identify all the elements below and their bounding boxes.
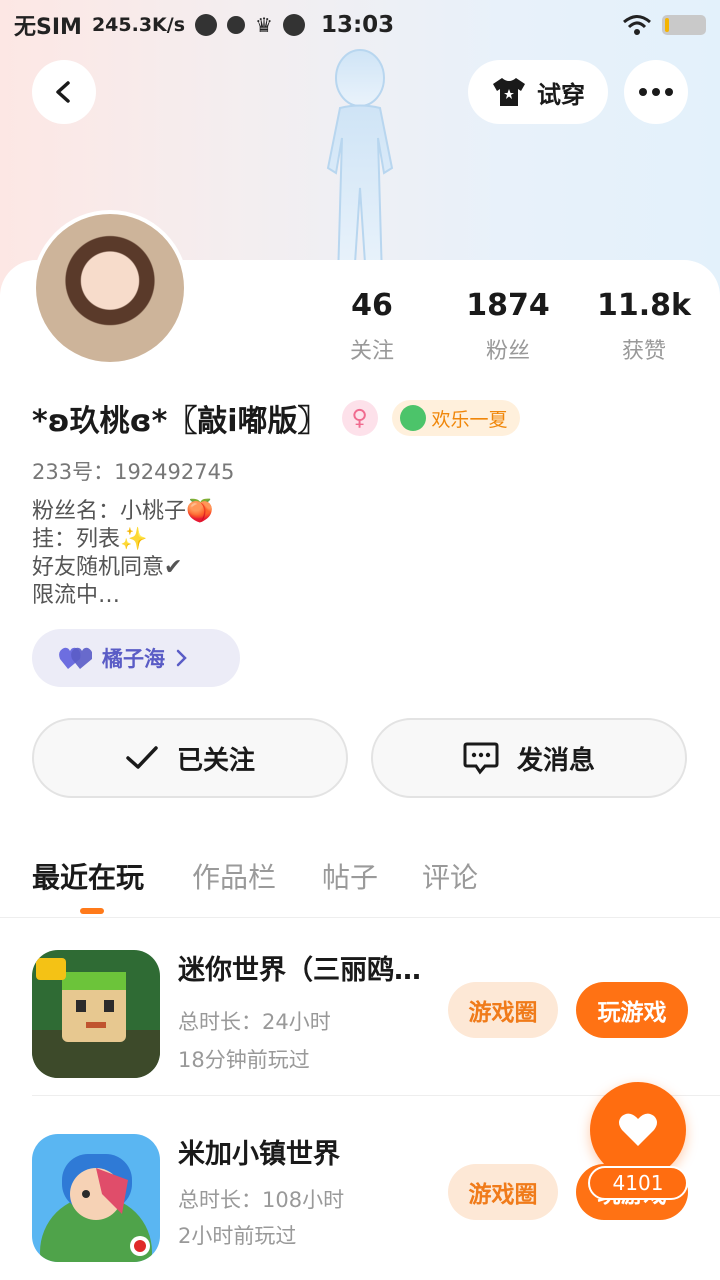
- profile-tabs: 最近在玩 作品栏 帖子 评论: [0, 848, 720, 918]
- stat-following[interactable]: 46 关注: [312, 288, 432, 365]
- stat-label: 关注: [349, 339, 394, 364]
- followed-label: 已关注: [176, 745, 255, 776]
- game-title: 米加小镇世界: [178, 1139, 340, 1170]
- checkmark-icon: [126, 746, 158, 769]
- fan-club-button[interactable]: 橘子海: [32, 629, 240, 687]
- game-icon: [32, 950, 160, 1078]
- heart-icon: [619, 1113, 657, 1146]
- bio-line: 挂：列表✨: [32, 527, 148, 552]
- battery-icon: [662, 15, 706, 35]
- more-dots-icon: [639, 88, 673, 96]
- bio-line: 粉丝名：小桃子🍑: [32, 499, 214, 524]
- chevron-left-icon: [56, 81, 70, 103]
- stat-label: 粉丝: [485, 339, 530, 364]
- send-message-label: 发消息: [516, 745, 595, 776]
- followed-button[interactable]: 已关注: [32, 718, 348, 798]
- user-bio: 粉丝名：小桃子🍑 挂：列表✨ 好友随机同意✔ 限流中…: [32, 498, 213, 610]
- avatar-3d-figure: [326, 49, 394, 278]
- user-name: *ʚ玖桃ɞ*〖敲i嘟版〗: [32, 404, 328, 439]
- user-id: 233号：192492745: [32, 460, 235, 484]
- avatar[interactable]: [32, 210, 188, 366]
- stat-value: 46: [351, 288, 393, 323]
- wifi-icon: [623, 15, 651, 35]
- double-heart-icon: [59, 647, 92, 669]
- planet-notification-icon: [282, 14, 305, 36]
- like-count-badge: 4101: [588, 1166, 688, 1200]
- stat-label: 获赞: [621, 339, 666, 364]
- badge-icon: [399, 405, 426, 431]
- status-bar: 无SIM 245.3K/s ♛ 13:03: [0, 0, 720, 50]
- network-speed: 245.3K/s: [91, 14, 186, 36]
- app-notification-icon: [195, 14, 218, 36]
- tab-recently-played[interactable]: 最近在玩: [32, 856, 144, 896]
- list-item[interactable]: 迷你世界（三丽鸥联动） 总时长：24小时 18分钟前玩过 游戏圈 玩游戏: [0, 920, 720, 1096]
- crown-icon: ♛: [255, 13, 273, 37]
- game-circle-button[interactable]: 游戏圈: [448, 1164, 558, 1220]
- stat-likes[interactable]: 11.8k 获赞: [584, 288, 704, 365]
- like-button[interactable]: [590, 1082, 686, 1178]
- game-circle-button[interactable]: 游戏圈: [448, 982, 558, 1038]
- game-duration: 总时长：24小时: [178, 1010, 331, 1034]
- event-badge-label: 欢乐一夏: [431, 408, 508, 431]
- fan-club-label: 橘子海: [102, 647, 165, 671]
- event-badge[interactable]: 欢乐一夏: [391, 400, 520, 436]
- female-gender-icon: ♀: [341, 400, 378, 436]
- chevron-right-icon: [176, 649, 187, 667]
- stat-fans[interactable]: 1874 粉丝: [448, 288, 568, 365]
- try-on-button[interactable]: 试穿: [468, 60, 608, 124]
- carrier-text: 无SIM: [14, 15, 82, 40]
- chat-bubble-icon: [463, 742, 499, 775]
- avatar-photo: [36, 214, 184, 362]
- tab-posts[interactable]: 帖子: [322, 856, 378, 896]
- tshirt-icon: [493, 78, 525, 106]
- stat-value: 1874: [466, 288, 550, 323]
- game-title: 迷你世界（三丽鸥联动）: [178, 955, 428, 986]
- send-message-button[interactable]: 发消息: [371, 718, 687, 798]
- tab-works[interactable]: 作品栏: [192, 856, 276, 896]
- tab-comments[interactable]: 评论: [422, 856, 478, 896]
- name-row: *ʚ玖桃ɞ*〖敲i嘟版〗 ♀ 欢乐一夏: [32, 396, 520, 440]
- game-duration: 总时长：108小时: [178, 1188, 345, 1212]
- game-last-played: 18分钟前玩过: [178, 1048, 310, 1072]
- more-options-button[interactable]: [624, 60, 688, 124]
- game-last-played: 2小时前玩过: [178, 1224, 297, 1248]
- game-icon: [32, 1134, 160, 1262]
- play-game-button[interactable]: 玩游戏: [576, 982, 688, 1038]
- music-notification-icon: [227, 16, 246, 34]
- back-button[interactable]: [32, 60, 96, 124]
- active-tab-indicator: [80, 908, 104, 914]
- clock: 13:03: [320, 12, 395, 38]
- stat-value: 11.8k: [597, 288, 691, 323]
- try-on-label: 试穿: [537, 80, 585, 109]
- bio-line: 限流中…: [32, 583, 121, 608]
- bio-line: 好友随机同意✔: [32, 555, 183, 580]
